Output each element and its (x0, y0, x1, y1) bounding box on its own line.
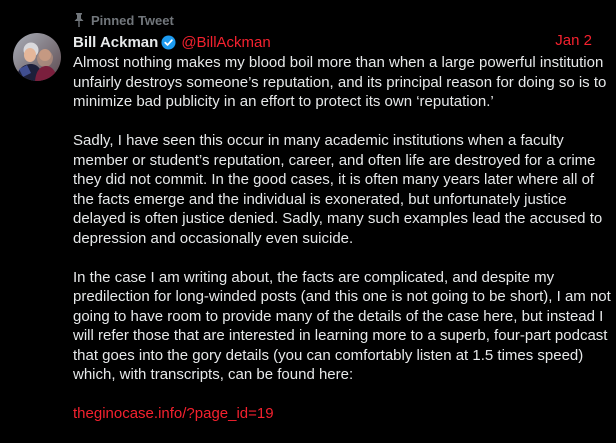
tweet-paragraph: Almost nothing makes my blood boil more … (73, 54, 607, 110)
tweet-paragraph: Sadly, I have seen this occur in many ac… (73, 132, 603, 247)
author-name[interactable]: Bill Ackman (73, 34, 158, 51)
tweet-date[interactable]: Jan 2 (555, 32, 592, 49)
author-handle[interactable]: @BillAckman (181, 34, 270, 51)
pinned-label: Pinned Tweet (91, 12, 174, 28)
pin-icon (73, 13, 85, 27)
tweet-text: Almost nothing makes my blood boil more … (73, 53, 613, 443)
tweet-paragraph: In the case I am writing about, the fact… (73, 268, 611, 384)
pinned-tweet[interactable]: Pinned Tweet Bill Ackman @BillAckman Jan… (0, 0, 616, 436)
pinned-indicator: Pinned Tweet (73, 11, 174, 29)
tweet-header: Bill Ackman @BillAckman Jan 2 (73, 32, 604, 52)
avatar[interactable] (13, 33, 61, 81)
tweet-link[interactable]: theginocase.info/?page_id=19 (73, 405, 274, 422)
verified-badge-icon (161, 34, 176, 50)
